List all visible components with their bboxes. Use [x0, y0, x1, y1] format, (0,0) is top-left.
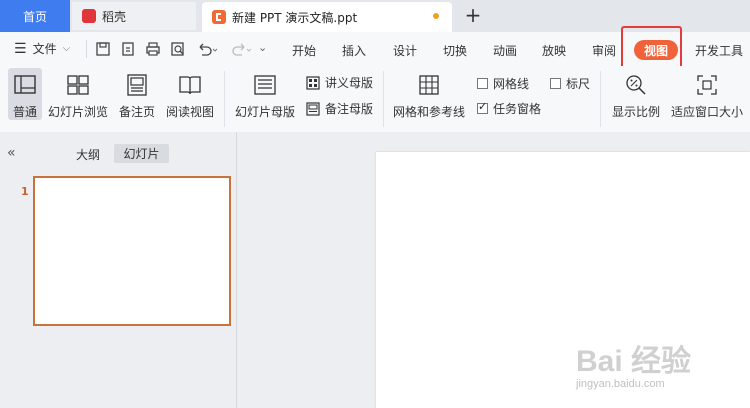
ribbon-separator: [600, 71, 601, 127]
normal-view-label: 普通: [12, 105, 37, 119]
zoom-button[interactable]: 显示比例: [611, 73, 661, 120]
ruler-label: 标尺: [566, 77, 591, 91]
book-icon: [179, 76, 201, 95]
ruler-checkbox[interactable]: 标尺: [550, 75, 590, 92]
gridlines-label: 网格线: [493, 77, 530, 91]
reading-view-label: 阅读视图: [165, 105, 214, 119]
undo-icon[interactable]: [196, 41, 218, 61]
ppt-logo-icon: [212, 10, 226, 24]
print-preview-icon[interactable]: [170, 41, 186, 61]
slide-sorter-icon: [67, 75, 89, 95]
watermark-url: jingyan.baidu.com: [576, 378, 665, 390]
notes-page-label: 备注页: [118, 105, 155, 119]
tab-daoke-label: 稻壳: [102, 9, 127, 24]
handout-master-button[interactable]: 讲义母版: [306, 74, 373, 91]
tab-animation[interactable]: 动画: [493, 42, 517, 59]
unsaved-dot-icon: [433, 13, 439, 19]
file-menu[interactable]: ☰ 文件 ⌵: [14, 40, 70, 57]
slide-canvas[interactable]: [376, 152, 750, 408]
fit-window-label: 适应窗口大小: [670, 105, 743, 119]
ribbon-separator: [383, 71, 384, 127]
zoom-label: 显示比例: [611, 105, 660, 119]
watermark-logo: Bai 经验: [576, 345, 692, 378]
tab-developer[interactable]: 开发工具: [695, 42, 743, 59]
tab-insert[interactable]: 插入: [342, 42, 366, 59]
gridlines-checkbox[interactable]: 网格线: [477, 75, 529, 92]
tab-review[interactable]: 审阅: [592, 42, 616, 59]
slide-sorter-label: 幻灯片浏览: [47, 105, 108, 119]
slide-master-label: 幻灯片母版: [234, 105, 295, 119]
slide-thumbnail[interactable]: [33, 176, 231, 326]
daoke-logo-icon: [82, 9, 96, 23]
redo-icon[interactable]: [230, 41, 252, 61]
ribbon-separator: [224, 71, 225, 127]
tab-daoke[interactable]: 稻壳: [72, 2, 196, 30]
tab-slides[interactable]: 幻灯片: [114, 144, 169, 163]
tab-transition[interactable]: 切换: [443, 42, 467, 59]
notes-master-button[interactable]: 备注母版: [306, 100, 373, 117]
slide-master-button[interactable]: 幻灯片母版: [234, 73, 296, 120]
ruler-check-icon[interactable]: [550, 78, 561, 89]
slide-master-icon: [254, 75, 276, 95]
reading-view-button[interactable]: 阅读视图: [164, 73, 216, 120]
fit-window-icon: [697, 75, 717, 95]
notes-page-button[interactable]: 备注页: [117, 73, 157, 120]
save-icon[interactable]: [95, 41, 111, 61]
collapse-panel-icon[interactable]: «: [7, 145, 16, 161]
tab-outline[interactable]: 大纲: [76, 146, 100, 163]
customize-quick-access-icon[interactable]: ⌄: [258, 41, 267, 54]
task-pane-label: 任务窗格: [493, 102, 542, 116]
chevron-down-icon: ⌵: [62, 43, 71, 54]
file-menu-label: 文件: [32, 42, 57, 56]
handout-master-icon: [306, 75, 320, 90]
grid-guides-label: 网格和参考线: [392, 105, 465, 119]
slide-sorter-button[interactable]: 幻灯片浏览: [47, 73, 109, 120]
grid-icon: [419, 75, 439, 95]
tab-design[interactable]: 设计: [393, 42, 417, 59]
hamburger-icon: ☰: [14, 40, 27, 57]
tab-start[interactable]: 开始: [292, 42, 316, 59]
task-pane-check-icon[interactable]: [477, 100, 488, 114]
fit-window-button[interactable]: 适应窗口大小: [670, 73, 744, 120]
tab-document[interactable]: 新建 PPT 演示文稿.ppt: [202, 2, 452, 32]
export-pdf-icon[interactable]: [120, 41, 136, 61]
zoom-percent-icon: [626, 75, 646, 95]
slide-number: 1: [21, 185, 29, 198]
notes-page-icon: [127, 74, 147, 96]
notes-master-label: 备注母版: [325, 102, 374, 116]
divider: [86, 40, 87, 58]
tab-document-label: 新建 PPT 演示文稿.ppt: [232, 10, 358, 25]
task-pane-checkbox[interactable]: 任务窗格: [477, 100, 541, 117]
print-icon[interactable]: [145, 41, 161, 61]
normal-view-icon: [14, 75, 36, 94]
handout-master-label: 讲义母版: [325, 76, 374, 90]
tab-slideshow[interactable]: 放映: [542, 42, 566, 59]
gridlines-check-icon[interactable]: [477, 78, 488, 89]
tab-home[interactable]: 首页: [0, 0, 70, 32]
normal-view-button[interactable]: 普通: [9, 73, 41, 120]
new-tab-button[interactable]: +: [462, 4, 484, 26]
notes-master-icon: [306, 101, 320, 116]
grid-guides-button[interactable]: 网格和参考线: [392, 73, 466, 120]
